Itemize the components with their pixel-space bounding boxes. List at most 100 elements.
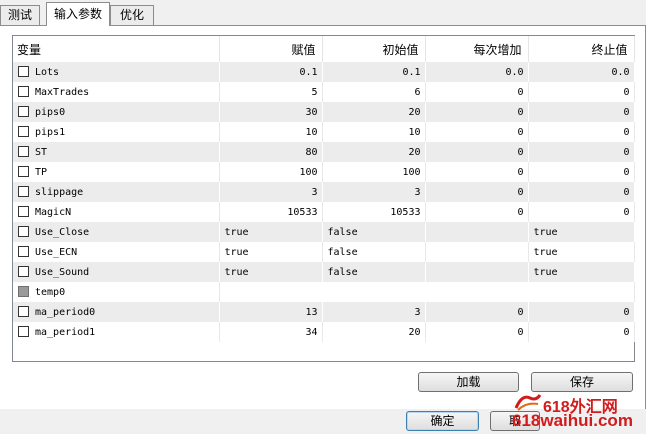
optimize-checkbox[interactable] [18, 206, 29, 217]
tab-inputs[interactable]: 输入参数 [46, 2, 110, 26]
start-cell[interactable]: 20 [322, 322, 426, 342]
table-row[interactable]: ma_period1 34 20 0 0 [13, 322, 635, 342]
variable-cell: MagicN [13, 202, 220, 222]
start-cell[interactable]: false [322, 262, 426, 282]
ok-button[interactable]: 确定 [406, 411, 479, 431]
value-cell[interactable]: 100 [219, 162, 323, 182]
stop-cell[interactable]: 0 [528, 122, 635, 142]
tab-optimization[interactable]: 优化 [110, 5, 154, 25]
table-row[interactable]: pips1 10 10 0 0 [13, 122, 635, 142]
variable-name: Use_ECN [35, 247, 78, 258]
stop-cell[interactable]: 0 [528, 302, 635, 322]
column-header-value[interactable]: 赋值 [219, 36, 323, 62]
column-header-variable[interactable]: 变量 [13, 36, 220, 62]
optimize-checkbox[interactable] [18, 146, 29, 157]
step-cell[interactable]: 0 [425, 162, 529, 182]
table-row[interactable]: pips0 30 20 0 0 [13, 102, 635, 122]
stop-cell[interactable]: 0 [528, 162, 635, 182]
variable-cell: pips0 [13, 102, 220, 122]
stop-cell[interactable]: 0 [528, 142, 635, 162]
stop-cell[interactable]: 0 [528, 322, 635, 342]
value-cell[interactable]: 30 [219, 102, 323, 122]
optimize-checkbox[interactable] [18, 226, 29, 237]
optimize-checkbox[interactable] [18, 246, 29, 257]
value-cell[interactable]: 5 [219, 82, 323, 102]
optimize-checkbox[interactable] [18, 306, 29, 317]
step-cell[interactable] [425, 262, 529, 282]
stop-cell[interactable]: 0 [528, 102, 635, 122]
value-cell[interactable]: 0.1 [219, 62, 323, 82]
step-cell[interactable] [425, 242, 529, 262]
table-row[interactable]: Use_Close true false true [13, 222, 635, 242]
stop-cell[interactable]: true [528, 222, 635, 242]
step-cell[interactable] [425, 222, 529, 242]
start-cell[interactable]: 3 [322, 182, 426, 202]
variable-cell: temp0 [13, 282, 220, 302]
table-row[interactable]: temp0 [13, 282, 635, 302]
value-cell[interactable]: 10 [219, 122, 323, 142]
step-cell[interactable]: 0 [425, 122, 529, 142]
stop-cell[interactable]: 0 [528, 182, 635, 202]
optimize-checkbox[interactable] [18, 166, 29, 177]
table-row[interactable]: ma_period0 13 3 0 0 [13, 302, 635, 322]
start-cell[interactable]: 10 [322, 122, 426, 142]
column-header-stop[interactable]: 终止值 [528, 36, 635, 62]
table-row[interactable]: Use_ECN true false true [13, 242, 635, 262]
step-cell[interactable]: 0 [425, 102, 529, 122]
start-cell[interactable]: 20 [322, 142, 426, 162]
start-cell[interactable]: false [322, 222, 426, 242]
value-cell[interactable]: true [219, 262, 323, 282]
table-row[interactable]: ST 80 20 0 0 [13, 142, 635, 162]
step-cell[interactable]: 0 [425, 142, 529, 162]
variable-cell: Use_ECN [13, 242, 220, 262]
optimize-checkbox[interactable] [18, 266, 29, 277]
stop-cell[interactable]: true [528, 262, 635, 282]
stop-cell[interactable]: true [528, 242, 635, 262]
value-cell[interactable]: 3 [219, 182, 323, 202]
step-cell[interactable]: 0 [425, 202, 529, 222]
value-cell[interactable]: 34 [219, 322, 323, 342]
step-cell[interactable]: 0 [425, 82, 529, 102]
optimize-checkbox[interactable] [18, 326, 29, 337]
value-cell[interactable]: 80 [219, 142, 323, 162]
variable-name: Use_Close [35, 227, 90, 238]
start-cell[interactable]: 3 [322, 302, 426, 322]
load-button[interactable]: 加载 [418, 372, 519, 392]
start-cell[interactable]: false [322, 242, 426, 262]
start-cell[interactable]: 10533 [322, 202, 426, 222]
table-row[interactable]: Lots 0.1 0.1 0.0 0.0 [13, 62, 635, 82]
start-cell[interactable]: 6 [322, 82, 426, 102]
optimize-checkbox[interactable] [18, 126, 29, 137]
table-row[interactable]: TP 100 100 0 0 [13, 162, 635, 182]
stop-cell[interactable]: 0 [528, 202, 635, 222]
step-cell[interactable]: 0 [425, 182, 529, 202]
column-header-start[interactable]: 初始值 [322, 36, 426, 62]
value-cell[interactable]: true [219, 242, 323, 262]
tab-test[interactable]: 测试 [0, 5, 40, 25]
table-row[interactable]: MagicN 10533 10533 0 0 [13, 202, 635, 222]
start-cell[interactable]: 100 [322, 162, 426, 182]
step-cell[interactable]: 0 [425, 302, 529, 322]
optimize-checkbox[interactable] [18, 186, 29, 197]
table-row[interactable]: MaxTrades 5 6 0 0 [13, 82, 635, 102]
value-cell[interactable] [219, 282, 635, 302]
table-row[interactable]: Use_Sound true false true [13, 262, 635, 282]
optimize-checkbox[interactable] [18, 106, 29, 117]
optimize-checkbox[interactable] [18, 86, 29, 97]
column-header-step[interactable]: 每次增加 [425, 36, 529, 62]
variable-name: pips1 [35, 127, 66, 138]
value-cell[interactable]: 13 [219, 302, 323, 322]
variable-cell: ma_period1 [13, 322, 220, 342]
step-cell[interactable]: 0.0 [425, 62, 529, 82]
start-cell[interactable]: 20 [322, 102, 426, 122]
variable-name: Lots [35, 67, 60, 78]
table-row[interactable]: slippage 3 3 0 0 [13, 182, 635, 202]
step-cell[interactable]: 0 [425, 322, 529, 342]
stop-cell[interactable]: 0.0 [528, 62, 635, 82]
value-cell[interactable]: true [219, 222, 323, 242]
optimize-checkbox[interactable] [18, 66, 29, 77]
value-cell[interactable]: 10533 [219, 202, 323, 222]
start-cell[interactable]: 0.1 [322, 62, 426, 82]
stop-cell[interactable]: 0 [528, 82, 635, 102]
save-button[interactable]: 保存 [531, 372, 633, 392]
